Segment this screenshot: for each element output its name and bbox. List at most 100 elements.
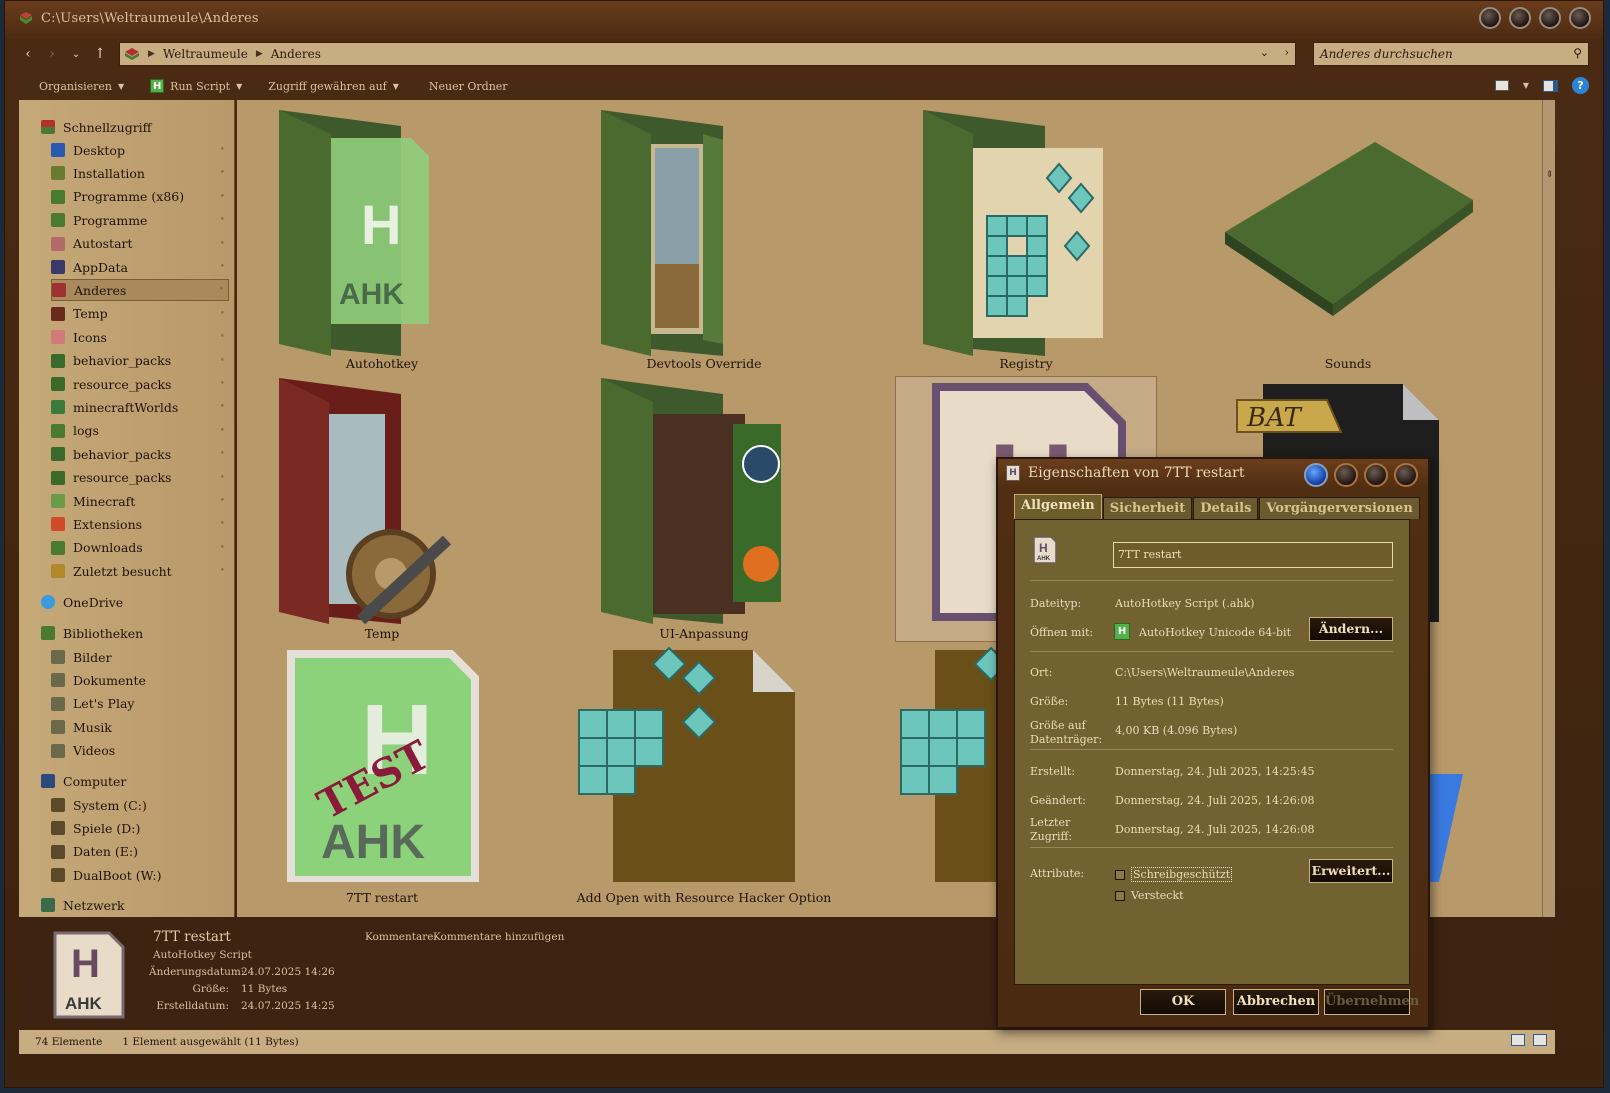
sidebar-item[interactable]: Temp • <box>51 303 229 325</box>
sidebar-item[interactable]: behavior_packs • <box>51 443 229 465</box>
sidebar-item[interactable]: resource_packs • <box>51 467 229 489</box>
maximize-button[interactable] <box>1539 7 1561 29</box>
svg-text:H: H <box>1039 541 1048 555</box>
run-script-button[interactable]: H Run Script ▼ <box>150 79 242 93</box>
address-go-icon[interactable]: › <box>1285 46 1289 59</box>
pin-icon: • <box>219 542 225 553</box>
file-item-ui-anpassung[interactable]: UI-Anpassung <box>573 374 835 642</box>
search-input[interactable]: Anderes durchsuchen ⚲ <box>1313 42 1589 66</box>
sidebar-item[interactable]: DualBoot (W:) <box>51 864 229 886</box>
svg-text:BAT: BAT <box>1246 403 1302 433</box>
sidebar-item[interactable]: minecraftWorlds • <box>51 396 229 418</box>
sidebar-item[interactable]: Bilder <box>51 646 229 668</box>
minimize-button[interactable] <box>1479 7 1501 29</box>
sidebar-item[interactable]: Programme • <box>51 209 229 231</box>
sidebar-libraries[interactable]: Bibliotheken <box>41 622 234 644</box>
search-icon[interactable]: ⚲ <box>1573 46 1582 60</box>
breadcrumb-weltraumeule[interactable]: Weltraumeule <box>163 47 248 61</box>
status-bar: 74 Elemente 1 Element ausgewählt (11 Byt… <box>19 1030 1555 1054</box>
sidebar-item[interactable]: System (C:) <box>51 794 229 816</box>
sidebar-item[interactable]: Zuletzt besucht • <box>51 560 229 582</box>
sidebar-item[interactable]: Videos <box>51 740 229 762</box>
back-button[interactable]: ‹ <box>19 46 37 62</box>
sidebar-item[interactable]: Desktop • <box>51 139 229 161</box>
address-dropdown-icon[interactable]: ⌄ <box>1260 46 1269 59</box>
address-bar[interactable]: ▶ Weltraumeule ▶ Anderes ⌄ › <box>119 42 1296 66</box>
dialog-help-button[interactable] <box>1304 463 1328 487</box>
apply-button[interactable]: Übernehmen <box>1324 989 1419 1015</box>
vertical-scrollbar[interactable]: ⇕ <box>1542 100 1555 917</box>
share-menu[interactable]: Zugriff gewähren auf ▼ <box>268 80 399 93</box>
checkbox-box[interactable] <box>1115 890 1125 901</box>
change-button[interactable]: Ändern... <box>1309 617 1393 641</box>
large-icons-view-icon[interactable] <box>1533 1034 1547 1046</box>
computer-icon <box>41 774 55 788</box>
checkbox-box[interactable] <box>1115 869 1125 880</box>
close-button[interactable] <box>1569 7 1591 29</box>
new-folder-button[interactable]: Neuer Ordner <box>429 80 508 93</box>
file-item-temp[interactable]: Temp <box>251 374 513 642</box>
readonly-checkbox[interactable]: Schreibgeschützt <box>1115 867 1233 882</box>
file-label: Add Open with Resource Hacker Option <box>576 890 832 905</box>
cancel-button[interactable]: Abbrechen <box>1233 989 1319 1015</box>
sidebar-item[interactable]: Anderes • <box>51 279 229 302</box>
ok-button[interactable]: OK <box>1140 989 1226 1015</box>
tab-previous-versions[interactable]: Vorgängerversionen <box>1259 497 1420 519</box>
sidebar-item[interactable]: Spiele (D:) <box>51 817 229 839</box>
breadcrumb-anderes[interactable]: Anderes <box>271 47 321 61</box>
accessed-label-1: Letzter <box>1030 816 1071 829</box>
tab-general[interactable]: Allgemein <box>1014 494 1102 519</box>
details-view-icon[interactable] <box>1511 1034 1525 1046</box>
file-item-add-open-with-resource-hacker[interactable]: Add Open with Resource Hacker Option <box>573 644 835 916</box>
restore-button[interactable] <box>1509 7 1531 29</box>
up-button[interactable]: ↑ <box>91 46 109 62</box>
sidebar-item[interactable]: Installation • <box>51 162 229 184</box>
sidebar-item[interactable]: Let's Play <box>51 693 229 715</box>
tab-security[interactable]: Sicherheit <box>1102 497 1193 519</box>
view-options-icon[interactable] <box>1494 80 1509 91</box>
sidebar-item[interactable]: Icons • <box>51 326 229 348</box>
scroll-thumb[interactable]: ⇕ <box>1545 170 1554 188</box>
sidebar-onedrive[interactable]: OneDrive <box>41 591 234 613</box>
sidebar-label: OneDrive <box>63 594 124 610</box>
sidebar-item[interactable]: Programme (x86) • <box>51 186 229 208</box>
sidebar-item[interactable]: resource_packs • <box>51 373 229 395</box>
comments-field[interactable]: Kommentare hinzufügen <box>433 931 564 943</box>
file-item-sounds[interactable]: Sounds <box>1217 104 1479 372</box>
preview-pane-icon[interactable] <box>1543 79 1558 92</box>
sidebar-item[interactable]: Extensions • <box>51 513 229 535</box>
folder-icon <box>51 423 65 438</box>
file-item-7tt-restart-test[interactable]: H TEST AHK 7TT restart <box>251 644 513 916</box>
hidden-checkbox[interactable]: Versteckt <box>1115 889 1184 902</box>
tab-details[interactable]: Details <box>1193 497 1259 519</box>
cloud-icon <box>41 595 55 609</box>
modified-value: 24.07.2025 14:26 <box>241 966 335 978</box>
sidebar-item[interactable]: Downloads • <box>51 537 229 559</box>
sidebar-item[interactable]: Minecraft • <box>51 490 229 512</box>
sidebar-computer[interactable]: Computer <box>41 770 234 792</box>
filename-field[interactable]: 7TT restart <box>1113 542 1393 568</box>
chevron-down-icon[interactable]: ▼ <box>1523 81 1529 90</box>
file-item-registry[interactable]: Registry <box>895 104 1157 372</box>
sidebar-network[interactable]: Netzwerk <box>41 894 234 916</box>
file-item-autohotkey[interactable]: H AHK Autohotkey <box>251 104 513 372</box>
dialog-maximize-button[interactable] <box>1364 463 1388 487</box>
sidebar-item[interactable]: Daten (E:) <box>51 841 229 863</box>
forward-button[interactable]: › <box>43 46 61 62</box>
sidebar-item[interactable]: Musik <box>51 716 229 738</box>
svg-text:AHK: AHK <box>1037 556 1051 562</box>
sidebar-item[interactable]: Dokumente <box>51 669 229 691</box>
recent-locations-button[interactable]: ⌄ <box>67 49 85 60</box>
opens-with-label: Öffnen mit: <box>1030 626 1094 639</box>
help-icon[interactable]: ? <box>1572 77 1589 94</box>
sidebar-item[interactable]: AppData • <box>51 256 229 278</box>
advanced-button[interactable]: Erweitert... <box>1309 859 1393 883</box>
organize-menu[interactable]: Organisieren ▼ <box>39 80 124 93</box>
sidebar-quick-access[interactable]: Schnellzugriff <box>41 116 234 138</box>
dialog-close-button[interactable] <box>1394 463 1418 487</box>
sidebar-item[interactable]: logs • <box>51 420 229 442</box>
sidebar-item[interactable]: behavior_packs • <box>51 350 229 372</box>
file-item-devtools-override[interactable]: Devtools Override <box>573 104 835 372</box>
sidebar-item[interactable]: Autostart • <box>51 233 229 255</box>
dialog-minimize-button[interactable] <box>1334 463 1358 487</box>
